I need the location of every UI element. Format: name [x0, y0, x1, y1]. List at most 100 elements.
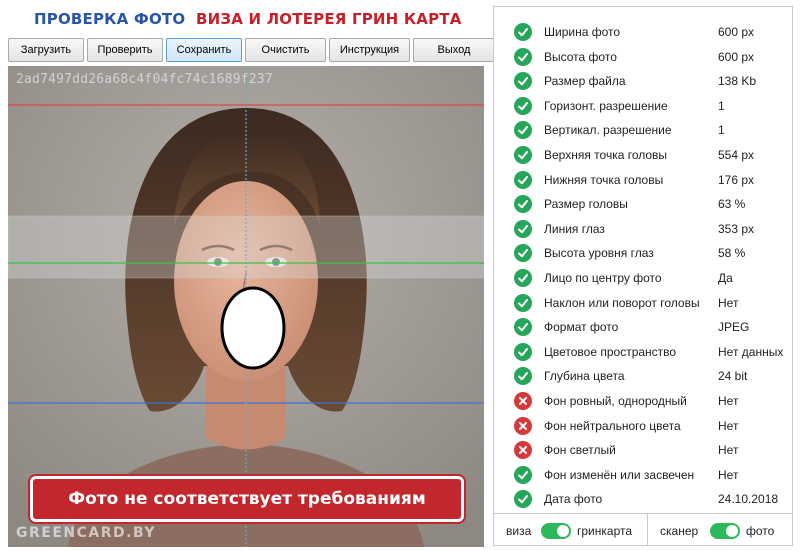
check-value: 600 px	[718, 49, 755, 64]
header: ПРОВЕРКА ФОТО ВИЗА И ЛОТЕРЕЯ ГРИН КАРТА	[0, 0, 490, 36]
check-row: Дата фото 24.10.2018	[494, 487, 792, 511]
check-row: Высота уровня глаз 58 %	[494, 241, 792, 265]
toolbar: Загрузить Проверить Сохранить Очистить И…	[8, 38, 498, 62]
check-value: Да	[718, 271, 733, 285]
check-row: Фон ровный, однородный Нет	[494, 389, 792, 413]
instruction-button[interactable]: Инструкция	[329, 38, 410, 62]
check-ok-icon	[514, 72, 532, 91]
check-button[interactable]: Проверить	[87, 38, 163, 62]
check-label: Лицо по центру фото	[544, 271, 662, 285]
check-value: 1	[718, 123, 725, 138]
check-row: Верхняя точка головы 554 px	[494, 143, 792, 167]
watermark: GREENCARD.BY	[16, 525, 156, 541]
check-label: Нижняя точка головы	[544, 172, 664, 187]
check-label: Дата фото	[544, 492, 603, 507]
check-label: Фон ровный, однородный	[544, 394, 687, 408]
check-row: Наклон или поворот головы Нет	[494, 291, 792, 315]
check-row: Фон светлый Нет	[494, 438, 792, 462]
check-value: 1	[718, 98, 725, 113]
check-label: Фон изменён или засвечен	[544, 467, 695, 482]
check-fail-icon	[514, 441, 532, 460]
checks-panel: Ширина фото 600 px Высота фото 600 px Размер…	[493, 6, 793, 546]
switch-visa-label: виза	[506, 524, 532, 538]
switch-scanner-label: сканер	[660, 524, 699, 538]
toggle-knob	[726, 525, 738, 537]
check-ok-icon	[514, 490, 532, 509]
exit-button[interactable]: Выход	[413, 38, 495, 62]
check-label: Ширина фото	[544, 25, 621, 39]
check-value: 353 px	[718, 221, 755, 236]
title-visa-lottery: ВИЗА И ЛОТЕРЕЯ ГРИН КАРТА	[196, 10, 462, 28]
check-label: Высота фото	[544, 49, 617, 64]
check-label: Линия глаз	[544, 221, 605, 236]
title-photo-check: ПРОВЕРКА ФОТО	[34, 10, 186, 28]
check-label: Фон светлый	[544, 443, 616, 458]
clear-button[interactable]: Очистить	[245, 38, 326, 62]
check-value: Нет	[718, 418, 739, 433]
check-ok-icon	[514, 318, 532, 337]
app-window: ПРОВЕРКА ФОТО ВИЗА И ЛОТЕРЕЯ ГРИН КАРТА …	[0, 0, 800, 551]
check-value: 600 px	[718, 25, 755, 39]
check-ok-icon	[514, 465, 532, 484]
check-ok-icon	[514, 269, 532, 287]
check-label: Вертикал. разрешение	[544, 123, 672, 138]
check-row: Формат фото JPEG	[494, 315, 792, 339]
check-value: 138 Kb	[718, 74, 757, 89]
check-row: Ширина фото 600 px	[494, 20, 792, 44]
scanner-photo-toggle[interactable]	[710, 523, 740, 539]
check-row: Высота фото 600 px	[494, 45, 792, 69]
toggle-knob	[557, 525, 569, 537]
check-row: Вертикал. разрешение 1	[494, 118, 792, 142]
check-row: Размер файла 138 Kb	[494, 69, 792, 93]
check-ok-icon	[514, 23, 532, 41]
check-ok-icon	[514, 47, 532, 66]
check-label: Размер файла	[544, 74, 626, 89]
check-label: Формат фото	[544, 320, 619, 335]
check-value: JPEG	[718, 320, 750, 335]
check-ok-icon	[514, 293, 532, 312]
portrait-image	[8, 66, 484, 547]
check-row: Фон изменён или засвечен Нет	[494, 463, 792, 487]
check-row: Цветовое пространство Нет данных	[494, 340, 792, 364]
check-ok-icon	[514, 96, 532, 115]
check-row: Горизонт. разрешение 1	[494, 94, 792, 118]
check-row: Глубина цвета 24 bit	[494, 364, 792, 388]
switch-divider	[647, 514, 648, 546]
check-label: Верхняя точка головы	[544, 148, 668, 162]
check-row: Лицо по центру фото Да	[494, 266, 792, 290]
check-label: Фон нейтрального цвета	[544, 418, 681, 433]
check-label: Глубина цвета	[544, 369, 625, 384]
check-row: Линия глаз 353 px	[494, 217, 792, 241]
check-ok-icon	[514, 195, 532, 214]
check-label: Высота уровня глаз	[544, 246, 654, 261]
check-ok-icon	[514, 244, 532, 263]
check-fail-icon	[514, 416, 532, 435]
load-button[interactable]: Загрузить	[8, 38, 84, 62]
check-label: Наклон или поворот головы	[544, 295, 700, 310]
switch-greencard-label: гринкарта	[577, 524, 633, 538]
switch-bar: виза гринкарта сканер фото	[494, 513, 792, 546]
check-value: Нет	[718, 443, 739, 458]
check-value: Нет	[718, 467, 739, 482]
check-row: Размер головы 63 %	[494, 192, 792, 216]
switch-photo-label: фото	[746, 524, 775, 538]
check-ok-icon	[514, 170, 532, 189]
check-value: 63 %	[718, 197, 746, 212]
check-value: 24.10.2018	[718, 492, 779, 507]
check-value: Нет	[718, 295, 739, 310]
check-value: 24 bit	[718, 369, 748, 384]
visa-greencard-toggle[interactable]	[541, 523, 571, 539]
check-ok-icon	[514, 146, 532, 164]
check-value: 58 %	[718, 246, 746, 261]
check-row: Нижняя точка головы 176 px	[494, 168, 792, 192]
check-value: 554 px	[718, 148, 755, 162]
photo-preview[interactable]: 2ad7497dd26a68c4f04fc74c1689f237 GREENCA…	[8, 66, 484, 547]
photo-hash: 2ad7497dd26a68c4f04fc74c1689f237	[16, 72, 273, 87]
check-ok-icon	[514, 342, 532, 361]
check-value: Нет данных	[718, 344, 784, 359]
check-ok-icon	[514, 121, 532, 140]
save-button[interactable]: Сохранить	[166, 38, 242, 62]
status-banner-text: Фото не соответствует требованиям	[68, 489, 426, 509]
check-fail-icon	[514, 392, 532, 410]
check-ok-icon	[514, 219, 532, 238]
